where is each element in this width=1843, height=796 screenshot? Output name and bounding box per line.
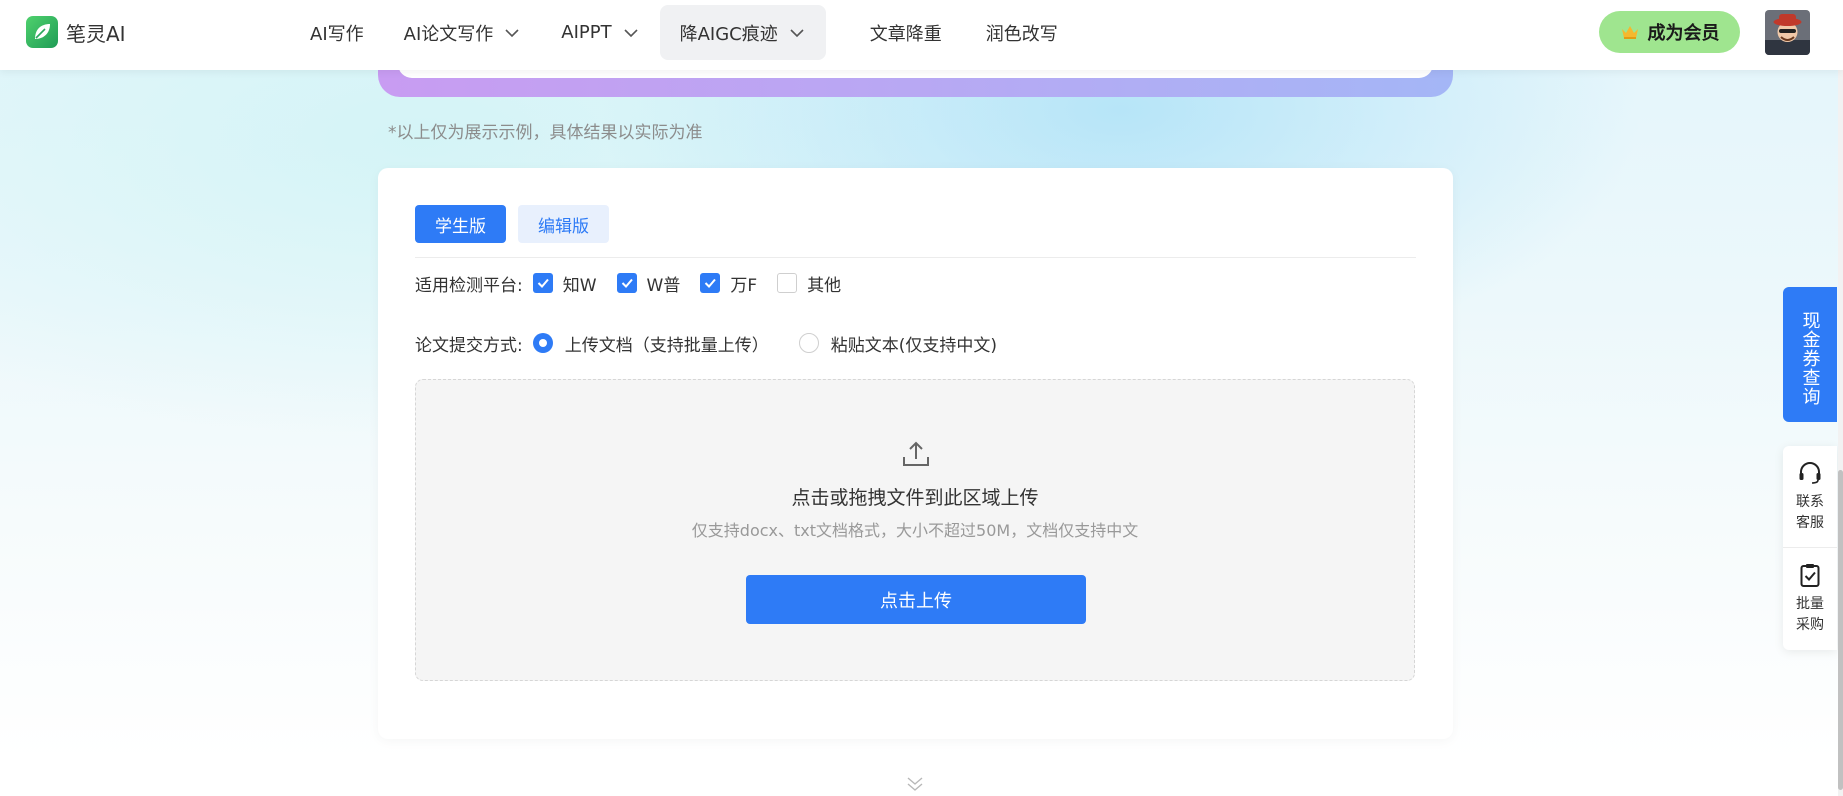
side-item-label: 批量 — [1796, 596, 1824, 612]
page-scrollbar-thumb[interactable] — [1838, 470, 1843, 790]
submit-option-paste[interactable]: 粘贴文本(仅支持中文) — [798, 331, 997, 356]
contact-support-button[interactable]: 联系 客服 — [1783, 460, 1837, 534]
chevron-down-icon — [624, 28, 638, 37]
side-item-label: 联系 — [1796, 494, 1824, 510]
radio-unselected-icon[interactable] — [798, 333, 819, 353]
clipboard-check-icon — [1800, 564, 1820, 587]
chevron-down-icon — [790, 28, 804, 37]
platform-option-label: W普 — [646, 275, 681, 296]
top-header: 笔灵AI AI写作 AI论文写作 AIPPT 降AIGC痕迹 文章降重 润色改写 — [0, 0, 1843, 70]
nav-label: 降AIGC痕迹 — [679, 23, 778, 45]
platform-option-label: 知W — [562, 275, 597, 296]
nav-label: AI写作 — [310, 23, 364, 45]
platform-option-zhiw[interactable]: 知W — [532, 271, 597, 296]
upload-card: 学生版 编辑版 适用检测平台: 知W W普 万F 其他 论文提交方式: 上传文档… — [378, 168, 1453, 739]
crown-icon — [1621, 26, 1638, 39]
radio-selected-icon[interactable] — [532, 333, 553, 353]
checkbox-checked-icon[interactable] — [532, 273, 553, 293]
platform-option-wpu[interactable]: W普 — [616, 271, 681, 296]
user-avatar[interactable] — [1765, 10, 1810, 55]
file-dropzone[interactable]: 点击或拖拽文件到此区域上传 仅支持docx、txt文档格式，大小不超过50M，文… — [415, 379, 1415, 681]
scroll-down-chevron-icon[interactable] — [903, 775, 927, 793]
nav-label: 文章降重 — [869, 23, 942, 45]
become-vip-button[interactable]: 成为会员 — [1599, 11, 1740, 53]
platform-option-other[interactable]: 其他 — [777, 271, 841, 296]
submit-option-label: 上传文档（支持批量上传） — [564, 335, 769, 356]
nav-label: AI论文写作 — [403, 23, 494, 45]
nav-aippt[interactable]: AIPPT — [541, 5, 659, 60]
checkbox-checked-icon[interactable] — [616, 273, 637, 293]
nav-label: 润色改写 — [985, 23, 1058, 45]
nav-article-dedup[interactable]: 文章降重 — [850, 5, 962, 60]
upload-icon — [903, 441, 929, 466]
submit-option-upload[interactable]: 上传文档（支持批量上传） — [532, 331, 769, 356]
logo[interactable]: 笔灵AI — [26, 16, 126, 48]
nav-label: AIPPT — [561, 22, 612, 43]
platform-label: 适用检测平台: — [415, 275, 523, 296]
dropzone-title: 点击或拖拽文件到此区域上传 — [791, 487, 1039, 509]
platform-option-wanf[interactable]: 万F — [700, 271, 757, 296]
side-item-label: 客服 — [1796, 515, 1824, 531]
logo-text: 笔灵AI — [66, 21, 126, 46]
sample-disclaimer: *以上仅为展示示例，具体结果以实际为准 — [388, 123, 703, 143]
cash-coupon-query-button[interactable]: 现金券查询 — [1783, 287, 1837, 422]
version-tabs: 学生版 编辑版 — [415, 205, 609, 243]
submit-option-label: 粘贴文本(仅支持中文) — [830, 335, 997, 356]
bulk-purchase-button[interactable]: 批量 采购 — [1783, 562, 1837, 636]
platform-option-label: 万F — [730, 275, 758, 296]
nav-ai-writing[interactable]: AI写作 — [290, 5, 384, 60]
platform-option-label: 其他 — [807, 275, 842, 296]
side-item-label: 采购 — [1796, 617, 1824, 633]
side-float-panel: 联系 客服 批量 采购 — [1783, 446, 1837, 650]
vip-label: 成为会员 — [1647, 23, 1720, 44]
submit-method-row: 论文提交方式: 上传文档（支持批量上传） 粘贴文本(仅支持中文) — [415, 325, 1017, 361]
upload-button[interactable]: 点击上传 — [746, 575, 1086, 624]
headset-icon — [1799, 462, 1821, 484]
chevron-down-icon — [505, 28, 519, 37]
dropzone-hint: 仅支持docx、txt文档格式，大小不超过50M，文档仅支持中文 — [691, 521, 1139, 540]
submit-method-label: 论文提交方式: — [415, 335, 523, 356]
checkbox-checked-icon[interactable] — [700, 273, 721, 293]
nav-ai-paper-writing[interactable]: AI论文写作 — [384, 5, 542, 60]
checkbox-unchecked-icon[interactable] — [777, 273, 798, 293]
nav-reduce-aigc[interactable]: 降AIGC痕迹 — [659, 5, 826, 60]
leaf-logo-icon — [26, 16, 58, 48]
tabs-divider — [415, 257, 1416, 258]
tab-editor-version[interactable]: 编辑版 — [518, 205, 609, 243]
nav-polish-rewrite[interactable]: 润色改写 — [966, 5, 1078, 60]
tab-student-version[interactable]: 学生版 — [415, 205, 506, 243]
side-divider — [1783, 547, 1837, 548]
platform-row: 适用检测平台: 知W W普 万F 其他 — [415, 265, 861, 301]
main-nav: AI写作 AI论文写作 AIPPT 降AIGC痕迹 文章降重 润色改写 — [290, 5, 1078, 60]
